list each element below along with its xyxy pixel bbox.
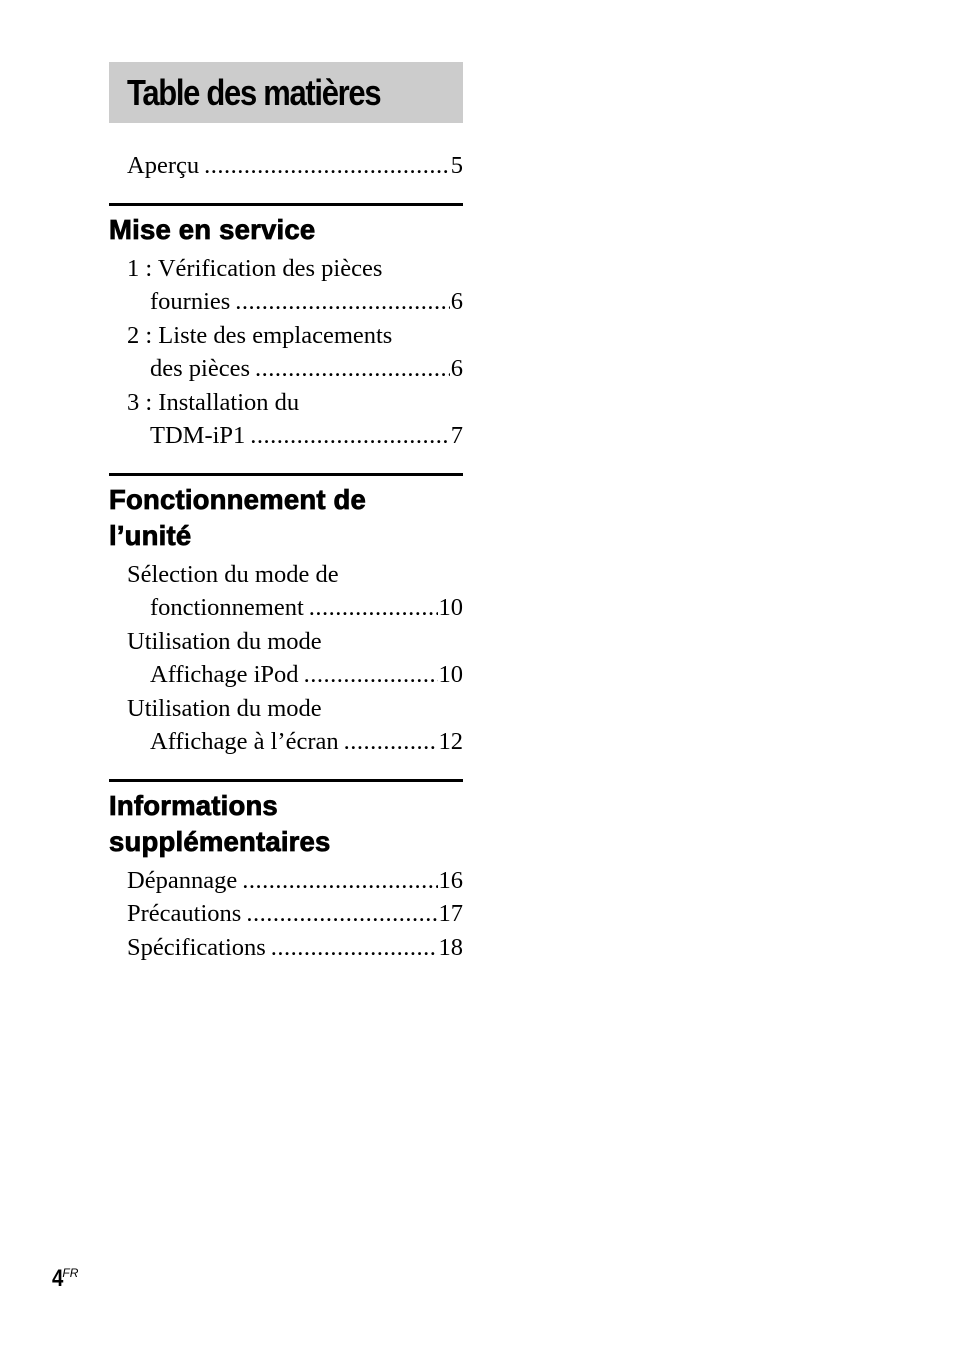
leader-dots [255,352,450,386]
toc-entry-label: 1 : Vérification des pièces [127,254,383,282]
section-heading: Mise en service [109,213,316,245]
toc-entry-page: 10 [438,661,464,688]
toc-entry[interactable]: Utilisation du mode Affichage iPod 10 [109,625,463,692]
toc-entry-page: 16 [438,866,464,894]
toc-entry[interactable]: Utilisation du mode Affichage à l’écran … [109,692,463,759]
toc-entry-page: 12 [438,728,464,755]
leader-dots [246,897,437,931]
toc-entry-page: 6 [450,355,463,382]
section-heading: Fonctionnement de l’unité [109,483,367,551]
toc-entry-label: Utilisation du mode [127,694,322,722]
toc-entry-label: Utilisation du mode [127,627,322,655]
leader-dots [271,931,438,965]
section-heading: Informations supplémentaires [109,789,331,857]
toc-entry-label-cont: Affichage iPod [150,661,299,688]
toc-entry-page: 7 [450,422,463,449]
leader-dots [304,658,438,692]
section-fonctionnement: Fonctionnement de l’unité Sélection du mo… [109,472,463,759]
toc-entry-page: 18 [438,933,464,961]
section-mise-en-service: Mise en service 1 : Vérification des piè… [109,202,463,453]
toc-entry[interactable]: Sélection du mode de fonctionnement 10 [109,558,463,625]
toc-entry-page: 6 [450,288,463,315]
toc-entry[interactable]: 3 : Installation du TDM-iP1 7 [109,386,463,453]
leader-dots [344,725,438,759]
toc-entry[interactable]: Précautions 17 [109,897,463,931]
page-title: Table des matières [127,71,382,113]
leader-dots [250,419,449,453]
toc-entry-label: Spécifications [127,933,266,961]
toc-entry-label: 3 : Installation du [127,388,300,416]
toc-entry-label: Dépannage [127,866,238,894]
language-code: FR [62,1266,79,1280]
toc-entry-label-cont: fournies [150,288,231,315]
toc-entry-label-cont: TDM-iP1 [150,422,246,449]
toc-entry[interactable]: 2 : Liste des emplacements des pièces 6 [109,319,463,386]
section-informations: Informationssupplémentaires Dépannage 16… [109,778,463,965]
table-of-contents: Table des matières Aperçu 5 Mise en serv… [109,62,463,964]
toc-entry-page: 10 [438,594,464,621]
toc-entry[interactable]: Spécifications 18 [109,931,463,965]
toc-entry-page: 17 [438,900,464,927]
leader-dots [235,285,449,319]
toc-entry[interactable]: Dépannage 16 [109,864,463,898]
toc-entry[interactable]: 1 : Vérification des pièces fournies 6 [109,252,463,319]
toc-entry-label: 2 : Liste des emplacements [127,321,393,349]
toc-entry-label: Aperçu [127,152,200,179]
leader-dots [204,149,450,183]
title-banner: Table des matières [109,62,463,123]
page-number: 4FR [52,1265,81,1293]
leader-dots [309,591,438,625]
toc-entry-label-cont: des pièces [150,355,250,382]
toc-entry-label-cont: fonctionnement [150,594,304,621]
toc-entry-label: Précautions [127,900,242,927]
toc-entry-label-cont: Affichage à l’écran [150,728,339,755]
leader-dots [242,864,437,898]
toc-entry-page: 5 [450,152,463,179]
toc-entry-apercu[interactable]: Aperçu 5 [109,149,463,183]
toc-entry-label: Sélection du mode de [127,560,339,588]
